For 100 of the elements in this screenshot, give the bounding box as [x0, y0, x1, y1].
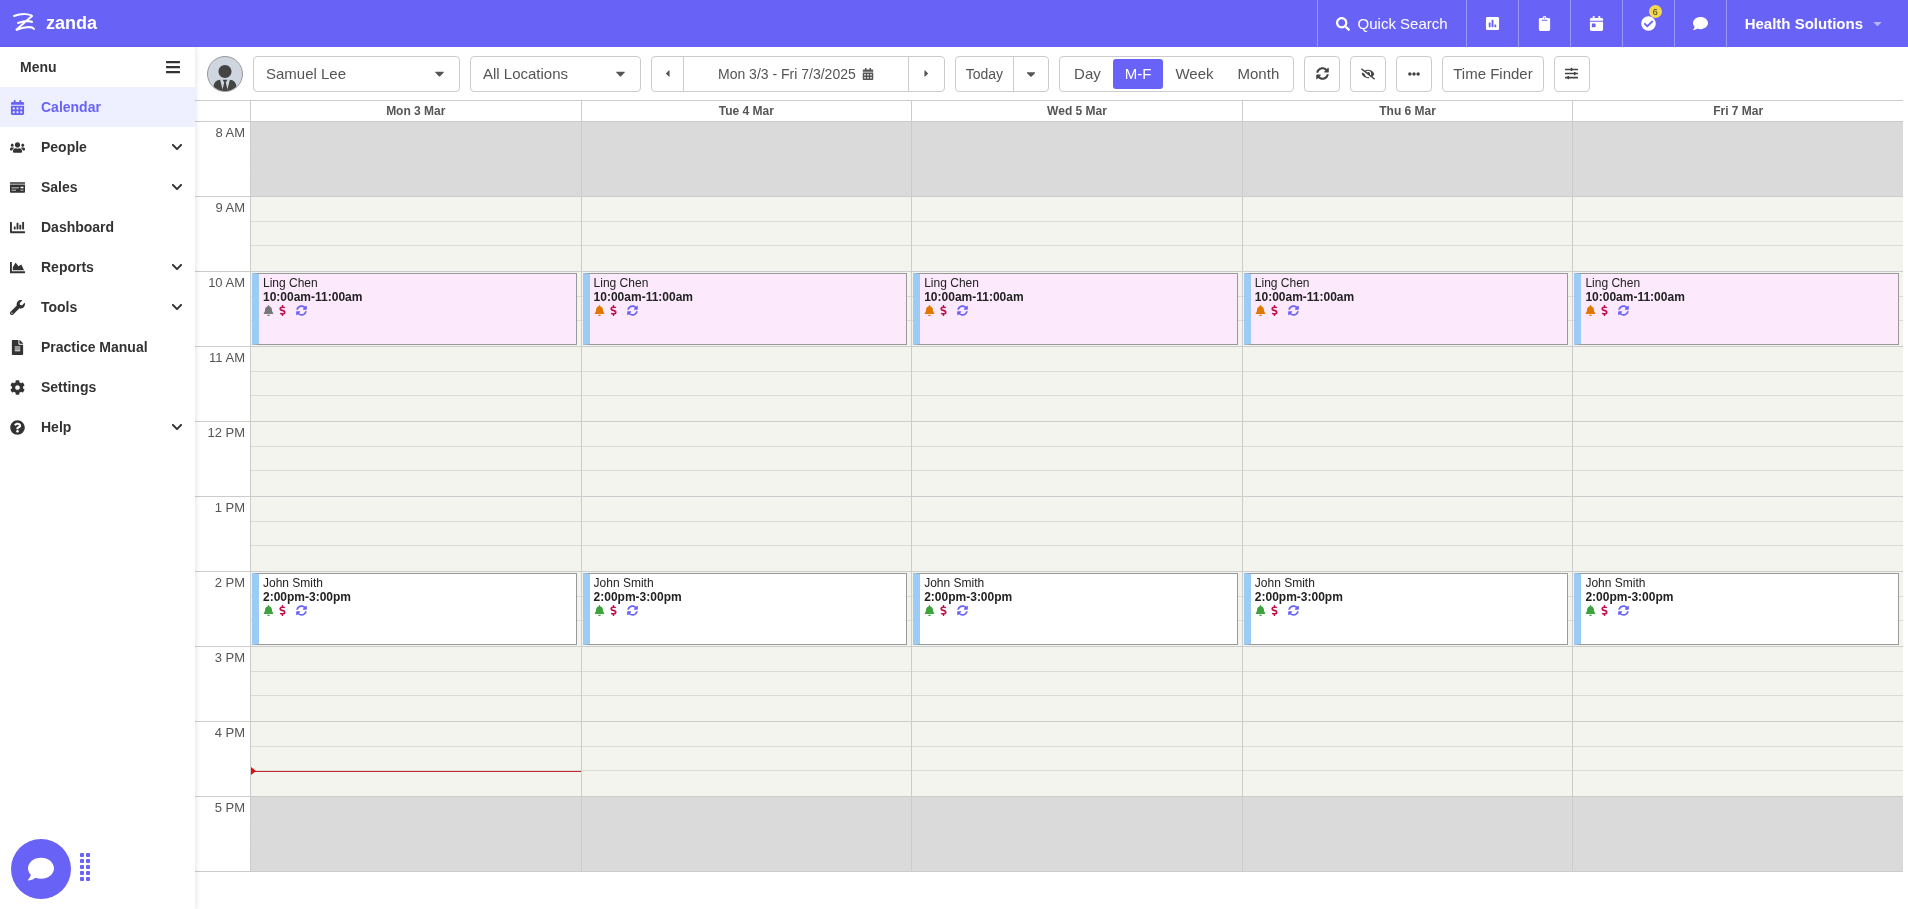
brand-name: zanda: [46, 13, 97, 34]
client-name: Ling Chen: [263, 276, 319, 290]
sidebar-item[interactable]: Reports: [0, 247, 195, 287]
sidebar-label: Help: [41, 419, 73, 435]
appointment-time: 10:00am-11:00am: [593, 290, 694, 304]
appointment-time: 10:00am-11:00am: [1254, 290, 1356, 304]
time-cell[interactable]: [1241, 122, 1573, 197]
appointment-time: 2:00pm-3:00pm: [593, 590, 683, 604]
time-cell[interactable]: [250, 647, 581, 722]
time-cell[interactable]: [1241, 422, 1573, 497]
time-cell[interactable]: [580, 647, 912, 722]
appointment-time: 10:00am-11:00am: [263, 290, 364, 304]
quick-search-button[interactable]: Quick Search: [1316, 0, 1466, 47]
sidebar-item[interactable]: Settings: [0, 367, 195, 407]
location-select[interactable]: All Locations: [470, 55, 641, 92]
time-cell[interactable]: [580, 497, 912, 572]
view-tab[interactable]: Week: [1163, 58, 1226, 89]
sidebar-item[interactable]: Practice Manual: [0, 327, 195, 367]
sidebar-label: People: [41, 139, 88, 155]
chat-icon: [1692, 16, 1708, 31]
time-cell[interactable]: [1241, 497, 1573, 572]
time-cell[interactable]: [250, 422, 581, 497]
repeat-icon: [626, 605, 638, 616]
refresh-button[interactable]: [1304, 55, 1341, 92]
bar-chart-icon: [1484, 16, 1500, 31]
hide-button[interactable]: [1350, 55, 1387, 92]
time-cell[interactable]: [1241, 722, 1573, 797]
account-menu[interactable]: Health Solutions: [1725, 0, 1908, 47]
time-cell[interactable]: [1241, 647, 1573, 722]
time-cell[interactable]: [580, 122, 912, 197]
time-cell[interactable]: [250, 122, 581, 197]
time-cell[interactable]: [911, 347, 1242, 422]
more-button[interactable]: [1396, 55, 1433, 92]
time-cell[interactable]: [911, 722, 1242, 797]
appointment-time: 10:00am-11:00am: [924, 290, 1025, 304]
menu-title: Menu: [20, 59, 57, 75]
view-tab[interactable]: M-F: [1112, 58, 1164, 89]
time-cell[interactable]: [250, 497, 581, 572]
time-cell[interactable]: [1572, 722, 1903, 797]
sidebar-label: Reports: [41, 259, 95, 275]
time-cell[interactable]: [1572, 422, 1903, 497]
sidebar-label: Dashboard: [41, 219, 116, 235]
client-name: Ling Chen: [1585, 276, 1642, 290]
people-icon: [10, 139, 25, 155]
client-name: John Smith: [924, 576, 986, 590]
appointment-time: 2:00pm-3:00pm: [924, 590, 1014, 604]
grip-icon[interactable]: [80, 853, 90, 883]
repeat-icon: [626, 305, 638, 316]
time-cell[interactable]: [1572, 797, 1903, 872]
time-cell[interactable]: [1241, 797, 1573, 872]
repeat-icon: [1287, 305, 1299, 316]
time-cell[interactable]: [580, 422, 912, 497]
sidebar-item[interactable]: Sales: [0, 167, 195, 207]
sidebar-item[interactable]: People: [0, 127, 195, 167]
time-cell[interactable]: [1572, 647, 1903, 722]
chat-button[interactable]: [11, 839, 71, 899]
time-cell[interactable]: [1241, 347, 1573, 422]
eye-slash-icon: [1361, 66, 1376, 81]
clipboard-icon: [1536, 16, 1552, 31]
filter-button[interactable]: [1553, 55, 1590, 92]
time-finder-button[interactable]: Time Finder: [1442, 55, 1544, 92]
time-cell[interactable]: [911, 647, 1242, 722]
time-cell[interactable]: [911, 497, 1242, 572]
time-cell[interactable]: [580, 797, 912, 872]
area-chart-icon: [10, 259, 25, 275]
menu-icon[interactable]: [165, 59, 181, 75]
view-tab[interactable]: Day: [1062, 58, 1113, 89]
client-name: John Smith: [593, 576, 655, 590]
sidebar-item[interactable]: Help: [0, 407, 195, 447]
repeat-icon: [296, 605, 307, 616]
time-cell[interactable]: [911, 797, 1242, 872]
time-cell[interactable]: [250, 197, 581, 272]
sidebar-item[interactable]: Tools: [0, 287, 195, 327]
time-cell[interactable]: [250, 722, 581, 797]
search-icon: [1335, 16, 1350, 31]
sidebar-label: Tools: [41, 299, 79, 315]
sidebar-item[interactable]: Calendar: [0, 87, 195, 127]
time-cell[interactable]: [1572, 122, 1903, 197]
time-cell[interactable]: [911, 197, 1242, 272]
repeat-icon: [957, 305, 969, 316]
time-cell[interactable]: [1572, 197, 1903, 272]
time-cell[interactable]: [580, 197, 912, 272]
time-cell[interactable]: [580, 347, 912, 422]
count-badge: 6: [1648, 5, 1662, 18]
time-cell[interactable]: [911, 422, 1242, 497]
time-cell[interactable]: [250, 797, 581, 872]
time-cell[interactable]: [1241, 197, 1573, 272]
sidebar-item[interactable]: Dashboard: [0, 207, 195, 247]
appointment-time: 2:00pm-3:00pm: [263, 590, 353, 604]
time-cell[interactable]: [911, 122, 1242, 197]
appointment-time: 10:00am-11:00am: [1585, 290, 1686, 304]
tasks-button[interactable]: 6: [1621, 0, 1674, 47]
staff-select[interactable]: Samuel Lee: [253, 55, 460, 92]
time-cell[interactable]: [1572, 497, 1903, 572]
time-cell[interactable]: [250, 347, 581, 422]
calendar-icon: [10, 99, 25, 115]
view-tab[interactable]: Month: [1225, 58, 1292, 89]
time-cell[interactable]: [1572, 347, 1903, 422]
sliders-icon: [1565, 67, 1579, 80]
time-cell[interactable]: [580, 722, 912, 797]
